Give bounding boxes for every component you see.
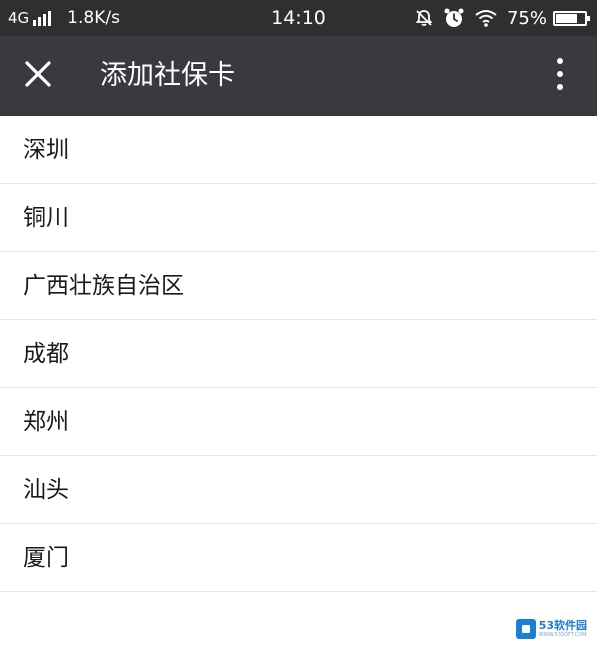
city-item-guangxi[interactable]: 广西壮族自治区 bbox=[0, 252, 597, 320]
status-bar: 4G 1.8K/s 14:10 75% bbox=[0, 0, 597, 36]
more-vertical-icon bbox=[556, 57, 564, 95]
watermark-main: 53软件园 bbox=[538, 618, 587, 632]
more-options-button[interactable] bbox=[545, 56, 575, 96]
alarm-clock-icon bbox=[443, 7, 465, 29]
page-title: 添加社保卡 bbox=[100, 60, 235, 91]
close-icon bbox=[24, 60, 52, 92]
watermark: 53软件园 WWW.53SOFT.COM bbox=[515, 618, 587, 639]
app-bar: 添加社保卡 bbox=[0, 36, 597, 116]
wifi-icon bbox=[474, 8, 498, 28]
alarm-muted-icon bbox=[414, 8, 434, 28]
city-item-tongchuan[interactable]: 铜川 bbox=[0, 184, 597, 252]
city-item-shenzhen[interactable]: 深圳 bbox=[0, 116, 597, 184]
city-item-xiamen[interactable]: 厦门 bbox=[0, 524, 597, 592]
status-right: 75% bbox=[414, 0, 590, 36]
city-list: 深圳 铜川 广西壮族自治区 成都 郑州 汕头 厦门 bbox=[0, 116, 597, 592]
city-item-chengdu[interactable]: 成都 bbox=[0, 320, 597, 388]
close-button[interactable] bbox=[18, 56, 58, 96]
watermark-text: 53软件园 WWW.53SOFT.COM bbox=[538, 618, 587, 639]
city-item-shantou[interactable]: 汕头 bbox=[0, 456, 597, 524]
battery-icon bbox=[553, 10, 590, 26]
battery-level bbox=[556, 13, 577, 23]
watermark-sub: WWW.53SOFT.COM bbox=[538, 631, 587, 638]
battery-percent: 75% bbox=[506, 7, 547, 29]
city-item-zhengzhou[interactable]: 郑州 bbox=[0, 388, 597, 456]
watermark-logo-icon bbox=[515, 619, 536, 639]
